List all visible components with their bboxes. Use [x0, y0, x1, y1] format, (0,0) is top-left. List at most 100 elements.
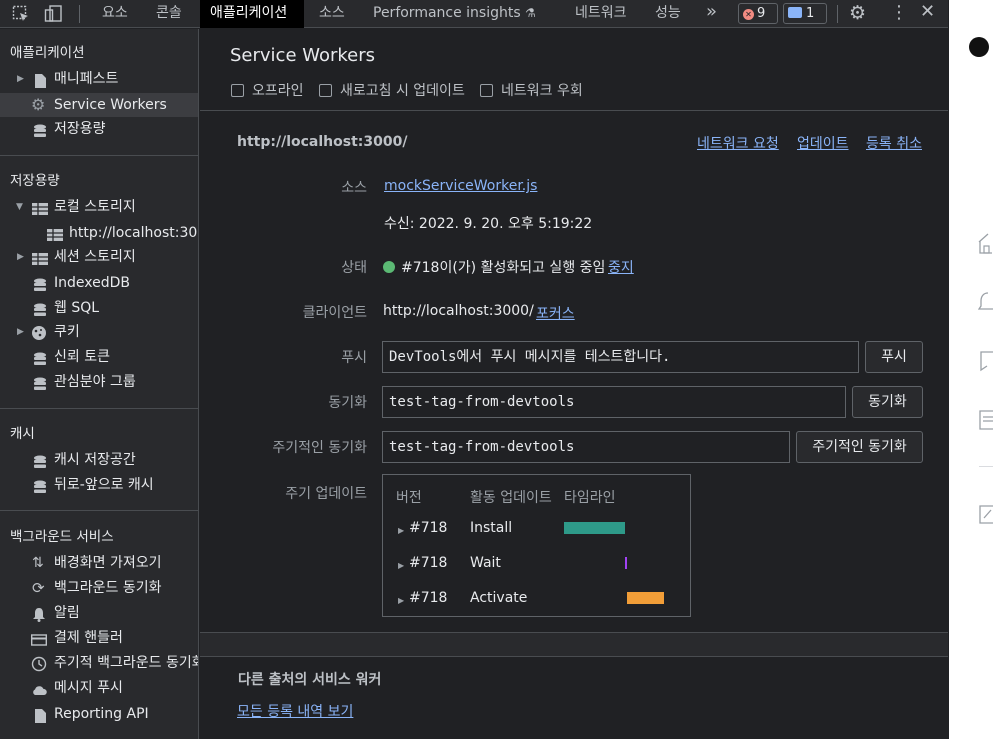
- update-on-reload-checkbox[interactable]: 새로고침 시 업데이트: [319, 80, 465, 100]
- sidebar-item-local-storage-origin[interactable]: http://localhost:3000: [0, 221, 198, 245]
- messages-count: 1: [806, 6, 815, 21]
- sidebar-item-label: 세션 스토리지: [54, 249, 136, 265]
- sync-tag-input[interactable]: test-tag-from-devtools: [382, 386, 846, 418]
- source-file-link[interactable]: mockServiceWorker.js: [384, 178, 537, 194]
- sidebar-item-background-sync[interactable]: ⟳ 백그라운드 동기화: [0, 576, 198, 600]
- document-icon[interactable]: [978, 409, 993, 435]
- worker-origin: http://localhost:3000/: [237, 134, 408, 150]
- offline-checkbox[interactable]: 오프라인: [231, 80, 304, 100]
- sidebar-item-manifest[interactable]: ▶ 매니페스트: [0, 67, 198, 91]
- document-icon: [33, 707, 47, 723]
- periodic-sync-button[interactable]: 주기적인 동기화: [796, 431, 923, 463]
- unregister-link[interactable]: 등록 취소: [866, 133, 922, 153]
- push-label: 푸시: [341, 350, 367, 366]
- credit-card-icon: [30, 631, 48, 646]
- close-devtools-icon[interactable]: ✕: [920, 1, 935, 23]
- sidebar-item-background-fetch[interactable]: ⇅ 배경화면 가져오기: [0, 551, 198, 575]
- tab-application[interactable]: 애플리케이션: [200, 0, 304, 28]
- push-message-input[interactable]: DevTools에서 푸시 메시지를 테스트합니다.: [382, 341, 859, 373]
- sidebar-item-storage[interactable]: 저장용량: [0, 117, 198, 141]
- update-link[interactable]: 업데이트: [797, 133, 849, 153]
- messages-badge[interactable]: 1: [783, 3, 827, 24]
- push-button[interactable]: 푸시: [865, 341, 923, 373]
- database-icon: [33, 122, 47, 137]
- stop-link[interactable]: 중지: [608, 257, 634, 277]
- clients-label: 클라이언트: [302, 305, 367, 321]
- expand-row-arrow-icon[interactable]: ▶: [398, 561, 404, 570]
- sidebar-item-back-forward-cache[interactable]: 뒤로-앞으로 캐시: [0, 473, 198, 497]
- sidebar-divider: [0, 408, 198, 409]
- cookie-icon: [31, 325, 46, 340]
- cloud-icon: [31, 681, 47, 695]
- expand-row-arrow-icon[interactable]: ▶: [398, 596, 404, 605]
- sync-button[interactable]: 동기화: [852, 386, 923, 418]
- sidebar-item-cache-storage[interactable]: 캐시 저장공간: [0, 448, 198, 472]
- sidebar-item-indexeddb[interactable]: IndexedDB: [0, 271, 198, 295]
- inspect-element-icon[interactable]: [12, 5, 30, 23]
- sidebar-item-periodic-background-sync[interactable]: 주기적 백그라운드 동기화: [0, 651, 198, 675]
- row-activity: Activate: [470, 590, 528, 606]
- home-icon[interactable]: [978, 232, 993, 258]
- update-cycle-label: 주기 업데이트: [285, 486, 367, 502]
- devtools-toolbar: 요소 콘솔 애플리케이션 소스 Performance insights ⚗ 네…: [0, 0, 948, 28]
- expand-arrow-icon[interactable]: ▶: [17, 245, 24, 269]
- edit-icon[interactable]: [978, 503, 993, 529]
- timeline-bar-activate: [627, 592, 664, 604]
- periodic-sync-label: 주기적인 동기화: [272, 440, 367, 456]
- sidebar-item-label: 쿠키: [54, 324, 80, 340]
- grid-table-icon: [32, 250, 48, 265]
- bell-icon[interactable]: [977, 291, 993, 317]
- more-tabs-button[interactable]: »: [706, 0, 717, 28]
- tab-elements[interactable]: 요소: [102, 0, 128, 28]
- sidebar-item-payment-handler[interactable]: 결제 핸들러: [0, 626, 198, 650]
- sidebar-item-interest-groups[interactable]: 관심분야 그룹: [0, 370, 198, 394]
- tab-performance[interactable]: 성능: [655, 0, 681, 28]
- focus-link[interactable]: 포커스: [536, 303, 575, 323]
- tab-console[interactable]: 콘솔: [156, 0, 182, 28]
- row-activity: Install: [470, 520, 513, 536]
- bookmark-icon[interactable]: [978, 350, 993, 376]
- page-title: Service Workers: [230, 45, 376, 66]
- tab-performance-insights[interactable]: Performance insights ⚗: [373, 0, 536, 28]
- expand-arrow-icon[interactable]: ▶: [17, 320, 24, 344]
- checkbox-box[interactable]: [319, 84, 332, 97]
- sidebar-item-cookies[interactable]: ▶ 쿠키: [0, 320, 198, 344]
- tab-sources[interactable]: 소스: [319, 0, 345, 28]
- sidebar-item-service-workers[interactable]: ⚙ Service Workers: [0, 93, 198, 117]
- tab-network[interactable]: 네트워크: [575, 0, 627, 28]
- sidebar-item-local-storage[interactable]: ▼ 로컬 스토리지: [0, 195, 198, 219]
- more-options-icon[interactable]: ⋮: [890, 2, 908, 24]
- sidebar-item-label: 백그라운드 동기화: [54, 580, 162, 596]
- checkbox-box[interactable]: [480, 84, 493, 97]
- settings-gear-icon[interactable]: ⚙: [849, 2, 866, 24]
- database-icon: [33, 375, 47, 390]
- sidebar-divider: [0, 510, 198, 511]
- source-label: 소스: [341, 180, 367, 196]
- grid-table-icon: [32, 200, 48, 215]
- avatar: [969, 37, 989, 57]
- sidebar-section-cache: 캐시: [10, 426, 35, 442]
- periodic-sync-tag-input[interactable]: test-tag-from-devtools: [382, 431, 790, 463]
- errors-badge[interactable]: ✕ 9: [738, 3, 778, 24]
- see-all-registrations-link[interactable]: 모든 등록 내역 보기: [237, 701, 353, 721]
- device-toolbar-icon[interactable]: [44, 4, 64, 24]
- expand-row-arrow-icon[interactable]: ▶: [398, 526, 404, 535]
- sidebar-item-push-messaging[interactable]: 메시지 푸시: [0, 676, 198, 700]
- col-header-timeline: 타임라인: [564, 490, 616, 506]
- sidebar-item-label: http://localhost:3000: [69, 225, 198, 241]
- sidebar-item-trust-tokens[interactable]: 신뢰 토큰: [0, 345, 198, 369]
- row-version: #718: [409, 520, 448, 536]
- expand-arrow-icon[interactable]: ▶: [17, 67, 24, 91]
- sidebar-item-web-sql[interactable]: 웹 SQL: [0, 296, 198, 320]
- timeline-bar-install: [564, 522, 625, 534]
- checkbox-box[interactable]: [231, 84, 244, 97]
- sidebar-item-session-storage[interactable]: ▶ 세션 스토리지: [0, 245, 198, 269]
- collapse-arrow-icon[interactable]: ▼: [16, 195, 23, 219]
- document-icon: [33, 72, 47, 88]
- sidebar-item-reporting-api[interactable]: Reporting API: [0, 702, 198, 726]
- database-icon: [33, 301, 47, 316]
- network-requests-link[interactable]: 네트워크 요청: [697, 133, 779, 153]
- sidebar-item-label: 매니페스트: [54, 71, 119, 87]
- bypass-network-checkbox[interactable]: 네트워크 우회: [480, 80, 583, 100]
- sidebar-item-notifications[interactable]: 알림: [0, 601, 198, 625]
